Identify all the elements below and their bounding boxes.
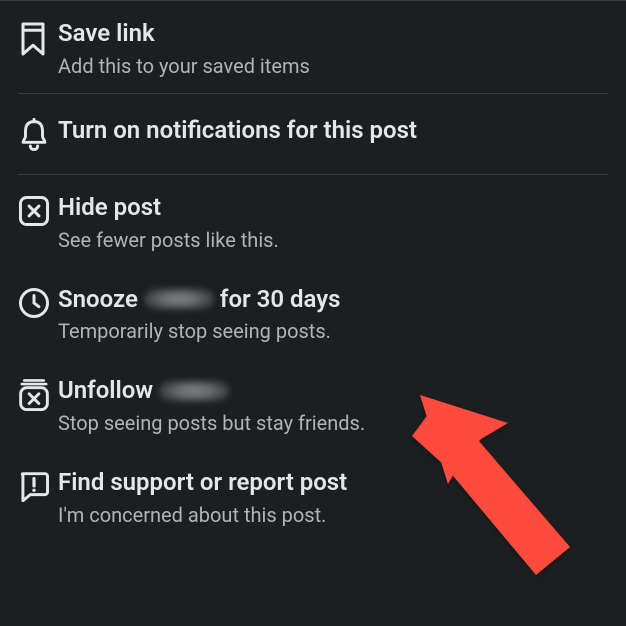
title-prefix: Snooze [58,285,138,314]
menu-item-subtitle: See fewer posts like this. [58,228,608,253]
x-box-icon [18,193,58,227]
menu-item-subtitle: Temporarily stop seeing posts. [58,319,608,344]
menu-item-title: Save link [58,19,608,48]
bookmark-icon [18,19,58,57]
x-stack-icon [18,376,58,412]
menu-item-title: Hide post [58,193,608,222]
menu-item-report[interactable]: Find support or report post I'm concerne… [0,450,626,542]
menu-item-unfollow[interactable]: Unfollow Stop seeing posts but stay frie… [0,358,626,450]
menu-item-subtitle: I'm concerned about this post. [58,503,608,528]
menu-item-title: Unfollow [58,376,608,405]
bell-icon [18,116,58,152]
title-suffix: for 30 days [220,285,341,314]
menu-item-subtitle: Add this to your saved items [58,54,608,79]
report-icon [18,468,58,502]
menu-item-save-link[interactable]: Save link Add this to your saved items [0,1,626,93]
menu-item-title: Turn on notifications for this post [58,116,608,145]
clock-icon [18,285,58,319]
menu-item-snooze[interactable]: Snooze for 30 days Temporarily stop seei… [0,267,626,359]
menu-item-title: Snooze for 30 days [58,285,608,314]
menu-item-notifications[interactable]: Turn on notifications for this post [0,94,626,174]
menu-item-title: Find support or report post [58,468,608,497]
menu-item-hide-post[interactable]: Hide post See fewer posts like this. [0,175,626,267]
redacted-name [144,288,214,310]
redacted-name [159,380,229,402]
menu-item-subtitle: Stop seeing posts but stay friends. [58,411,608,436]
title-prefix: Unfollow [58,376,153,405]
post-options-menu: Save link Add this to your saved items T… [0,0,626,542]
